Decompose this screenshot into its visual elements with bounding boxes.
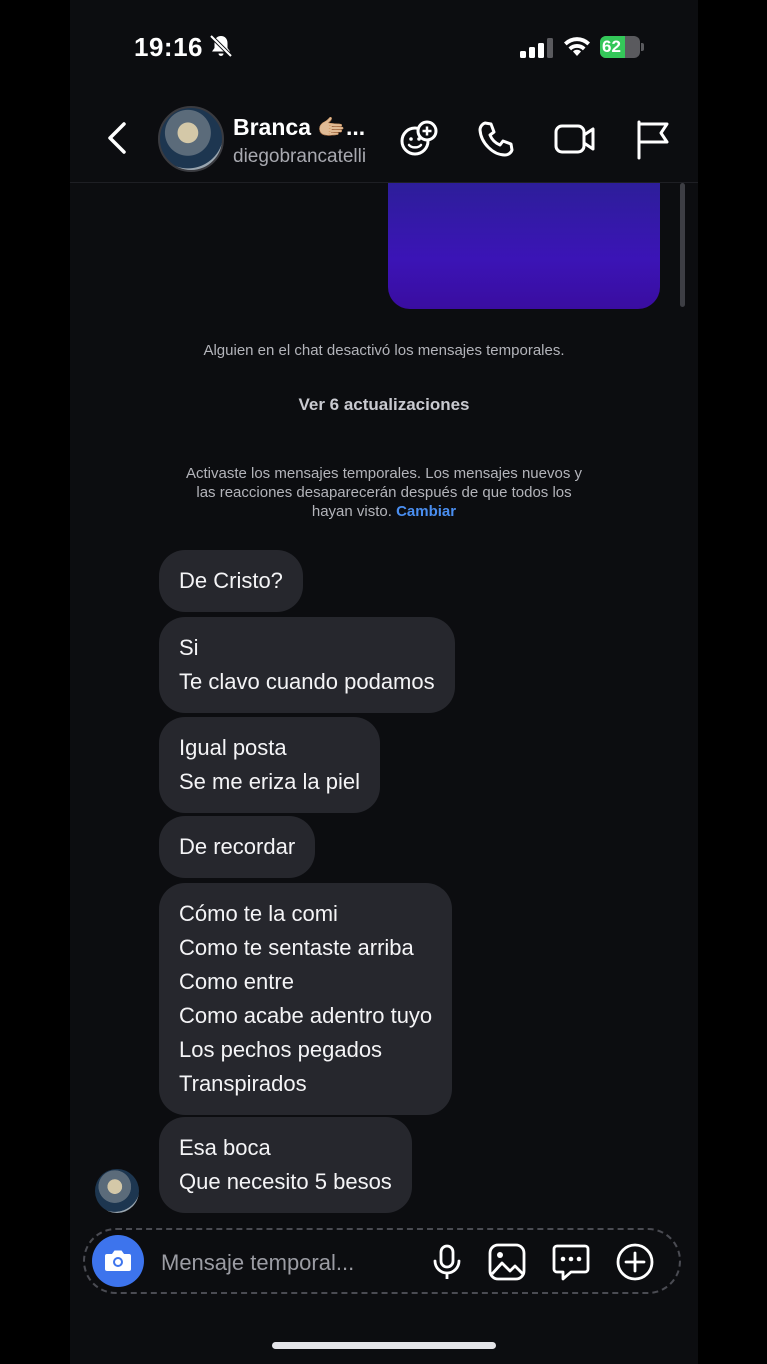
add-people-icon[interactable] (398, 118, 440, 160)
signal-icon (520, 38, 553, 58)
message-bubble[interactable]: Esa boca Que necesito 5 besos (159, 1117, 412, 1213)
sticker-icon[interactable] (551, 1242, 591, 1282)
contact-avatar[interactable] (158, 106, 224, 172)
message-bubble[interactable]: De recordar (159, 816, 316, 878)
message-input[interactable]: Mensaje temporal... (161, 1250, 354, 1276)
gallery-icon[interactable] (487, 1242, 527, 1282)
phone-icon[interactable] (476, 118, 518, 160)
battery-indicator: 62 (600, 36, 644, 58)
flag-icon[interactable] (632, 118, 674, 160)
message-bubble[interactable]: Igual posta Se me eriza la piel (159, 717, 380, 813)
home-indicator[interactable] (272, 1342, 496, 1349)
media-message[interactable] (388, 183, 660, 309)
message-bubble[interactable]: De Cristo? (159, 550, 303, 612)
status-bar: 19:16 62 (70, 0, 698, 90)
system-message: Alguien en el chat desactivó los mensaje… (203, 342, 565, 359)
bell-muted-icon (209, 34, 233, 58)
chat-header: Branca 🫱🏼... diegobrancatelli (70, 90, 698, 183)
chat-thread[interactable]: Alguien en el chat desactivó los mensaje… (70, 183, 698, 1223)
status-time: 19:16 (134, 32, 203, 62)
camera-icon (105, 1250, 131, 1271)
wifi-icon (564, 37, 590, 56)
contact-name[interactable]: Branca 🫱🏼... (233, 114, 365, 141)
back-icon[interactable] (100, 118, 136, 158)
microphone-icon[interactable] (427, 1242, 467, 1282)
battery-percent: 62 (602, 37, 621, 56)
view-updates-link[interactable]: Ver 6 actualizaciones (130, 395, 638, 415)
plus-icon[interactable] (615, 1242, 655, 1282)
message-bubble[interactable]: Si Te clavo cuando podamos (159, 617, 455, 713)
message-composer[interactable]: Mensaje temporal... (83, 1228, 681, 1294)
video-icon[interactable] (554, 118, 596, 160)
change-link[interactable]: Cambiar (396, 503, 456, 520)
camera-button[interactable] (92, 1235, 144, 1287)
contact-handle[interactable]: diegobrancatelli (233, 146, 366, 168)
scrollbar[interactable] (680, 183, 685, 307)
disappearing-notice: Activaste los mensajes temporales. Los m… (185, 465, 583, 520)
sender-avatar[interactable] (95, 1169, 139, 1213)
message-bubble[interactable]: Cómo te la comi Como te sentaste arriba … (159, 883, 453, 1115)
phone-screen: 19:16 62 Branca 🫱🏼... diegobrancatelli A… (70, 0, 698, 1364)
